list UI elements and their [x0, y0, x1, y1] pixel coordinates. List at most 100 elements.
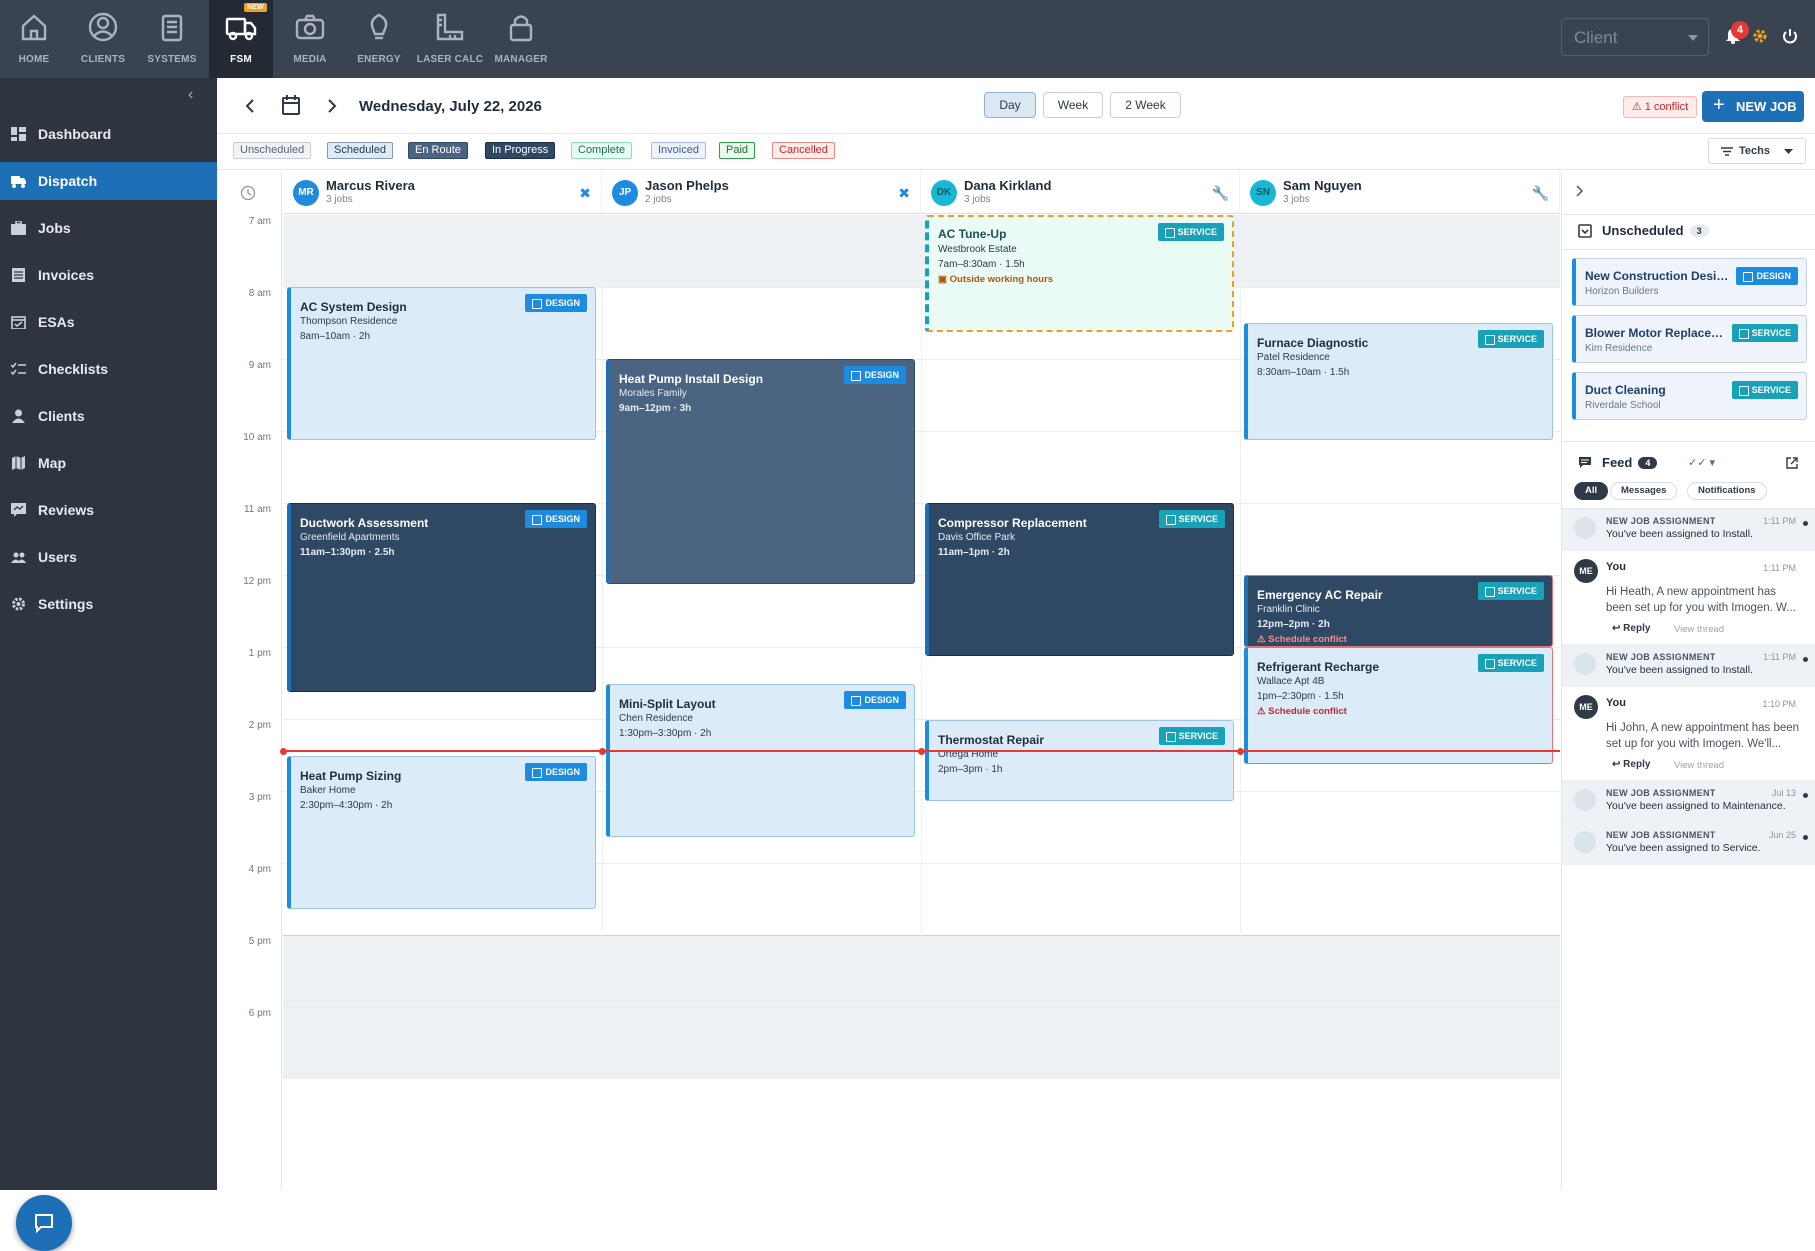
reply-link[interactable]: ↩ Reply: [1612, 623, 1650, 634]
sidebar-item-dispatch[interactable]: Dispatch: [0, 162, 217, 200]
view-thread-link[interactable]: View thread: [1674, 760, 1724, 771]
clock-icon: [240, 185, 256, 201]
nav-manager[interactable]: MANAGER: [489, 0, 553, 78]
job-card[interactable]: Refrigerant Recharge SERVICE Wallace Apt…: [1244, 647, 1553, 764]
sidebar-item-esas[interactable]: ESAs: [0, 303, 217, 341]
bell-icon: [1574, 789, 1596, 811]
power-icon[interactable]: [1781, 27, 1799, 45]
new-job-button[interactable]: NEW JOB: [1702, 90, 1804, 122]
nav-fsm[interactable]: NEW FSM: [209, 0, 273, 78]
job-card[interactable]: Ductwork Assessment DESIGN Greenfield Ap…: [287, 503, 596, 692]
tech-column-header[interactable]: MR Marcus Rivera 3 jobs ✖: [283, 171, 602, 214]
job-card[interactable]: AC Tune-Up SERVICE Westbrook Estate 7am–…: [925, 215, 1234, 332]
tech-column-header[interactable]: SN Sam Nguyen 3 jobs 🔧: [1240, 171, 1560, 214]
job-card[interactable]: Furnace Diagnostic SERVICE Patel Residen…: [1244, 323, 1553, 440]
job-card[interactable]: Heat Pump Sizing DESIGN Baker Home 2:30p…: [287, 756, 596, 909]
client-select[interactable]: Client: [1561, 18, 1709, 56]
nav-energy[interactable]: ENERGY: [347, 0, 411, 78]
service-tag: SERVICE: [1158, 727, 1225, 745]
sidebar-item-checklists[interactable]: Checklists: [0, 350, 217, 388]
nav-media[interactable]: MEDIA: [278, 0, 342, 78]
status-en-route[interactable]: En Route: [408, 142, 468, 159]
sidebar: ‹ Dashboard Dispatch Jobs Invoices ESAs …: [0, 78, 217, 1251]
time-label: 6 pm: [248, 1008, 271, 1019]
unscheduled-job-card[interactable]: Duct Cleaning SERVICE Riverdale School: [1572, 372, 1807, 420]
design-tag: DESIGN: [525, 763, 587, 781]
open-external-icon[interactable]: [1786, 457, 1798, 469]
current-time-dot: [599, 748, 606, 755]
sidebar-item-invoices[interactable]: Invoices: [0, 256, 217, 294]
tech-job-count: 3 jobs: [326, 194, 353, 205]
nav-laser-calc[interactable]: LASER CALC: [416, 0, 484, 78]
time-label: 7 am: [248, 216, 271, 227]
unscheduled-job-card[interactable]: Blower Motor Replacement SERVICE Kim Res…: [1572, 315, 1807, 363]
chevron-right-icon[interactable]: [1576, 185, 1584, 197]
job-card[interactable]: Heat Pump Install Design DESIGN Morales …: [606, 359, 915, 584]
gear-icon[interactable]: [1752, 28, 1768, 44]
chevron-left-icon[interactable]: [245, 99, 255, 113]
tab-notifications[interactable]: Notifications: [1687, 482, 1767, 500]
sidebar-item-clients[interactable]: Clients: [0, 397, 217, 435]
sidebar-item-jobs[interactable]: Jobs: [0, 209, 217, 247]
tech-column-header[interactable]: JP Jason Phelps 2 jobs ✖: [602, 171, 921, 214]
mark-read-icon[interactable]: ✓✓ ▾: [1688, 456, 1715, 469]
job-card[interactable]: Mini-Split Layout DESIGN Chen Residence …: [606, 684, 915, 837]
unscheduled-job-card[interactable]: New Construction Design DESIGN Horizon B…: [1572, 258, 1807, 306]
unread-dot: [1803, 835, 1808, 840]
inbox-icon: [1578, 224, 1592, 238]
calendar-icon[interactable]: [282, 95, 300, 115]
conflict-badge[interactable]: ⚠ 1 conflict: [1623, 96, 1697, 118]
sidebar-item-settings[interactable]: Settings: [0, 585, 217, 623]
nav-home[interactable]: HOME: [2, 0, 66, 78]
status-paid[interactable]: Paid: [719, 142, 756, 159]
clipboard-icon: [161, 14, 183, 42]
service-tag: SERVICE: [1157, 223, 1224, 241]
status-complete[interactable]: Complete: [571, 142, 633, 159]
status-cancelled[interactable]: Cancelled: [772, 142, 835, 159]
tech-column-header[interactable]: DK Dana Kirkland 3 jobs 🔧: [921, 171, 1240, 214]
reply-link[interactable]: ↩ Reply: [1612, 759, 1650, 770]
tab-messages[interactable]: Messages: [1610, 482, 1678, 500]
tech-name: Marcus Rivera: [326, 178, 415, 193]
time-label: 3 pm: [248, 792, 271, 803]
tab-all[interactable]: All: [1574, 482, 1609, 500]
avatar: DK: [931, 180, 957, 206]
sidebar-item-map[interactable]: Map: [0, 444, 217, 482]
status-unscheduled[interactable]: Unscheduled: [233, 142, 312, 159]
view-day-button[interactable]: Day: [984, 92, 1036, 118]
job-card[interactable]: AC System Design DESIGN Thompson Residen…: [287, 287, 596, 440]
lock-icon: [509, 15, 533, 42]
status-in-progress[interactable]: In Progress: [485, 142, 556, 159]
job-card[interactable]: Compressor Replacement SERVICE Davis Off…: [925, 503, 1234, 656]
view-2week-button[interactable]: 2 Week: [1110, 92, 1181, 118]
techs-filter[interactable]: Techs: [1708, 138, 1806, 164]
truck-icon: [11, 176, 26, 188]
job-card[interactable]: Emergency AC Repair SERVICE Franklin Cli…: [1244, 575, 1553, 647]
sidebar-item-users[interactable]: Users: [0, 538, 217, 576]
status-invoiced[interactable]: Invoiced: [651, 142, 706, 159]
sidebar-item-dashboard[interactable]: Dashboard: [0, 115, 217, 153]
feed-item-notification[interactable]: NEW JOB ASSIGNMENT Jun 25 You've been as…: [1562, 823, 1815, 865]
unread-dot: [1803, 521, 1808, 526]
divider: [1562, 441, 1815, 442]
view-thread-link[interactable]: View thread: [1674, 624, 1724, 635]
chat-bubble-icon: [35, 1214, 53, 1234]
chevron-right-icon[interactable]: [327, 99, 337, 113]
camera-icon: [295, 14, 325, 40]
nav-systems[interactable]: SYSTEMS: [140, 0, 204, 78]
feed-item-message[interactable]: ME You 1:11 PM Hi Heath, A new appointme…: [1562, 551, 1815, 645]
job-card[interactable]: Thermostat Repair SERVICE Ortega Home 2p…: [925, 720, 1234, 801]
chat-button[interactable]: [16, 1195, 72, 1251]
feed-item-notification[interactable]: NEW JOB ASSIGNMENT Jul 13 You've been as…: [1562, 781, 1815, 823]
view-week-button[interactable]: Week: [1043, 92, 1103, 118]
sidebar-item-reviews[interactable]: Reviews: [0, 491, 217, 529]
feed-item-message[interactable]: ME You 1:10 PM Hi John, A new appointmen…: [1562, 687, 1815, 781]
top-nav-bar: HOME CLIENTS SYSTEMS NEW FSM MEDIA ENERG…: [0, 0, 1815, 78]
status-scheduled[interactable]: Scheduled: [327, 142, 393, 159]
feed-item-notification[interactable]: NEW JOB ASSIGNMENT 1:11 PM You've been a…: [1562, 509, 1815, 551]
service-tag: SERVICE: [1731, 381, 1798, 399]
feed-item-notification[interactable]: NEW JOB ASSIGNMENT 1:11 PM You've been a…: [1562, 645, 1815, 687]
outside-hours-warning: ▣ Outside working hours: [938, 274, 1054, 285]
nav-clients[interactable]: CLIENTS: [71, 0, 135, 78]
collapse-sidebar-icon[interactable]: ‹: [188, 86, 193, 104]
